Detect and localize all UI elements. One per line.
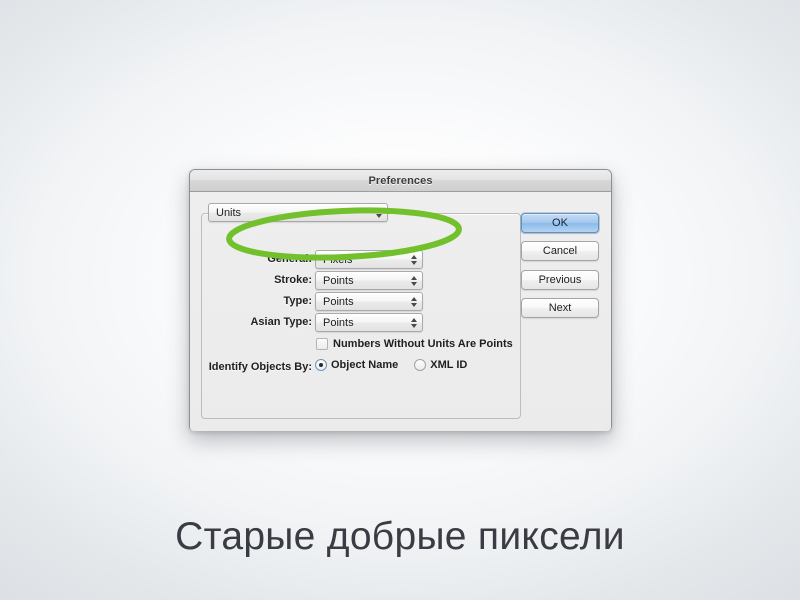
numbers-without-units-checkbox[interactable] [316,338,328,350]
asian-type-units-value: Points [323,316,354,329]
label-stroke: Stroke: [274,274,312,286]
next-button[interactable]: Next [521,298,599,318]
row-stroke: Stroke: Points [190,271,521,290]
stroke-units-select[interactable]: Points [315,271,423,290]
type-units-value: Points [323,295,354,308]
general-units-select[interactable]: Pixels [315,250,423,269]
label-asian-type: Asian Type: [250,316,312,328]
cancel-button[interactable]: Cancel [521,241,599,261]
ok-button[interactable]: OK [521,213,599,233]
type-units-select[interactable]: Points [315,292,423,311]
chevron-updown-icon [376,207,382,218]
previous-button[interactable]: Previous [521,270,599,290]
slide-caption: Старые добрые пиксели [175,515,625,558]
row-type: Type: Points [190,292,521,311]
row-asian-type: Asian Type: Points [190,313,521,332]
radio-xml-id[interactable]: XML ID [414,359,467,371]
units-panel-select[interactable]: Units [208,203,388,222]
general-units-value: Pixels [323,253,353,266]
dialog-titlebar[interactable]: Preferences [190,170,611,192]
identify-objects-by-group: Object Name XML ID [315,359,467,371]
stroke-units-value: Points [323,274,354,287]
radio-xml-id-indicator[interactable] [414,359,427,371]
dialog-button-column: OK Cancel Previous Next [521,213,599,326]
radio-object-name-indicator[interactable] [315,359,327,371]
chevron-updown-icon [411,296,417,307]
identify-objects-by-row: Identify Objects By: Object Name XML ID [190,359,521,375]
radio-xml-id-label: XML ID [430,359,468,371]
units-panel-select-value: Units [216,206,242,219]
row-general: General: Pixels [190,250,521,269]
numbers-without-units-checkbox-row[interactable]: Numbers Without Units Are Points [316,338,513,350]
chevron-updown-icon [411,275,417,286]
chevron-updown-icon [411,254,417,265]
chevron-updown-icon [411,317,417,328]
radio-object-name[interactable]: Object Name [315,359,398,371]
dialog-title: Preferences [368,174,433,187]
asian-type-units-select[interactable]: Points [315,313,423,332]
label-type: Type: [283,295,312,307]
radio-object-name-label: Object Name [331,359,399,371]
label-identify-objects-by: Identify Objects By: [208,361,312,373]
label-general: General: [267,253,312,265]
dialog-body: Units General: Pixels Stroke: Points Typ… [190,192,611,431]
numbers-without-units-label: Numbers Without Units Are Points [333,338,513,350]
preferences-dialog: Preferences Units General: Pixels Stroke [189,169,612,431]
